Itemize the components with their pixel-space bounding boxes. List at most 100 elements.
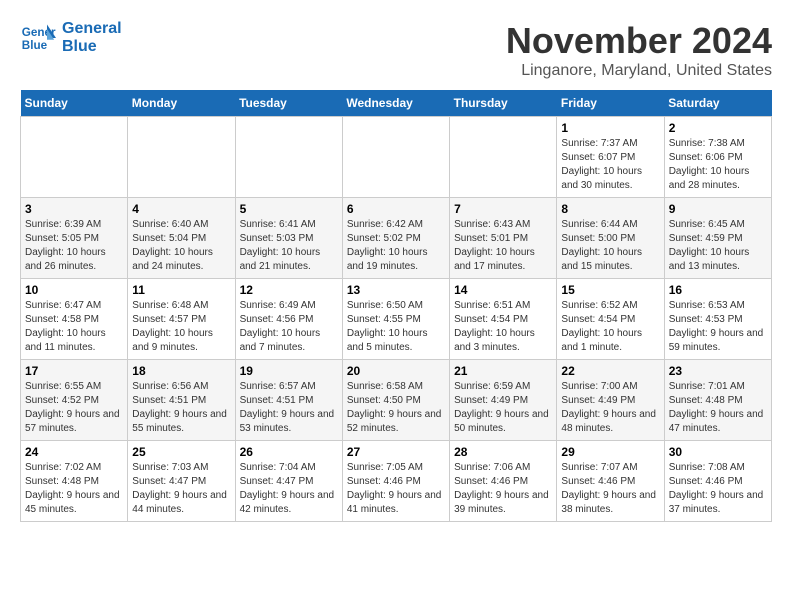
day-cell: 10 Sunrise: 6:47 AM Sunset: 4:58 PM Dayli… xyxy=(21,279,128,360)
day-cell: 29 Sunrise: 7:07 AM Sunset: 4:46 PM Dayli… xyxy=(557,441,664,522)
day-number: 25 xyxy=(132,445,230,459)
header-tuesday: Tuesday xyxy=(235,90,342,117)
day-info: Sunrise: 6:57 AM Sunset: 4:51 PM Dayligh… xyxy=(240,380,338,436)
header-saturday: Saturday xyxy=(664,90,771,117)
header-wednesday: Wednesday xyxy=(342,90,449,117)
day-info: Sunrise: 6:59 AM Sunset: 4:49 PM Dayligh… xyxy=(454,380,552,436)
day-info: Sunrise: 6:51 AM Sunset: 4:54 PM Dayligh… xyxy=(454,299,552,355)
day-info: Sunrise: 6:55 AM Sunset: 4:52 PM Dayligh… xyxy=(25,380,123,436)
day-cell: 9 Sunrise: 6:45 AM Sunset: 4:59 PM Daylig… xyxy=(664,198,771,279)
day-number: 1 xyxy=(561,121,659,135)
location: Linganore, Maryland, United States xyxy=(506,62,772,80)
day-cell: 20 Sunrise: 6:58 AM Sunset: 4:50 PM Dayli… xyxy=(342,360,449,441)
header: General Blue General Blue November 2024 … xyxy=(20,20,772,80)
day-cell xyxy=(235,117,342,198)
day-cell: 22 Sunrise: 7:00 AM Sunset: 4:49 PM Dayli… xyxy=(557,360,664,441)
day-cell xyxy=(450,117,557,198)
day-info: Sunrise: 6:45 AM Sunset: 4:59 PM Dayligh… xyxy=(669,218,767,274)
day-number: 4 xyxy=(132,202,230,216)
day-info: Sunrise: 6:58 AM Sunset: 4:50 PM Dayligh… xyxy=(347,380,445,436)
week-row-1: 3 Sunrise: 6:39 AM Sunset: 5:05 PM Daylig… xyxy=(21,198,772,279)
day-info: Sunrise: 6:47 AM Sunset: 4:58 PM Dayligh… xyxy=(25,299,123,355)
day-info: Sunrise: 7:37 AM Sunset: 6:07 PM Dayligh… xyxy=(561,137,659,193)
day-cell: 2 Sunrise: 7:38 AM Sunset: 6:06 PM Daylig… xyxy=(664,117,771,198)
day-cell xyxy=(342,117,449,198)
day-number: 8 xyxy=(561,202,659,216)
day-cell: 24Sunrise: 7:02 AM Sunset: 4:48 PM Dayli… xyxy=(21,441,128,522)
calendar-header-row: SundayMondayTuesdayWednesdayThursdayFrid… xyxy=(21,90,772,117)
day-cell: 12Sunrise: 6:49 AM Sunset: 4:56 PM Dayli… xyxy=(235,279,342,360)
header-friday: Friday xyxy=(557,90,664,117)
day-cell xyxy=(128,117,235,198)
day-number: 11 xyxy=(132,283,230,297)
day-number: 17 xyxy=(25,364,123,378)
day-info: Sunrise: 6:49 AM Sunset: 4:56 PM Dayligh… xyxy=(240,299,338,355)
logo-line1: General xyxy=(62,20,122,38)
day-cell: 13Sunrise: 6:50 AM Sunset: 4:55 PM Dayli… xyxy=(342,279,449,360)
day-number: 18 xyxy=(132,364,230,378)
day-cell: 15 Sunrise: 6:52 AM Sunset: 4:54 PM Dayli… xyxy=(557,279,664,360)
day-number: 23 xyxy=(669,364,767,378)
logo: General Blue General Blue xyxy=(20,20,122,56)
day-number: 10 xyxy=(25,283,123,297)
svg-text:Blue: Blue xyxy=(22,39,48,52)
day-cell: 8 Sunrise: 6:44 AM Sunset: 5:00 PM Daylig… xyxy=(557,198,664,279)
day-cell: 3 Sunrise: 6:39 AM Sunset: 5:05 PM Daylig… xyxy=(21,198,128,279)
day-cell: 4 Sunrise: 6:40 AM Sunset: 5:04 PM Daylig… xyxy=(128,198,235,279)
day-info: Sunrise: 7:00 AM Sunset: 4:49 PM Dayligh… xyxy=(561,380,659,436)
day-number: 21 xyxy=(454,364,552,378)
day-info: Sunrise: 7:01 AM Sunset: 4:48 PM Dayligh… xyxy=(669,380,767,436)
day-info: Sunrise: 7:04 AM Sunset: 4:47 PM Dayligh… xyxy=(240,461,338,517)
day-cell: 11 Sunrise: 6:48 AM Sunset: 4:57 PM Dayli… xyxy=(128,279,235,360)
day-info: Sunrise: 7:06 AM Sunset: 4:46 PM Dayligh… xyxy=(454,461,552,517)
day-number: 9 xyxy=(669,202,767,216)
day-number: 15 xyxy=(561,283,659,297)
day-cell: 21 Sunrise: 6:59 AM Sunset: 4:49 PM Dayli… xyxy=(450,360,557,441)
day-cell: 16 Sunrise: 6:53 AM Sunset: 4:53 PM Dayli… xyxy=(664,279,771,360)
day-number: 27 xyxy=(347,445,445,459)
day-number: 7 xyxy=(454,202,552,216)
header-thursday: Thursday xyxy=(450,90,557,117)
day-cell: 23 Sunrise: 7:01 AM Sunset: 4:48 PM Dayli… xyxy=(664,360,771,441)
day-info: Sunrise: 6:44 AM Sunset: 5:00 PM Dayligh… xyxy=(561,218,659,274)
day-number: 30 xyxy=(669,445,767,459)
day-number: 24 xyxy=(25,445,123,459)
day-number: 20 xyxy=(347,364,445,378)
day-cell: 6Sunrise: 6:42 AM Sunset: 5:02 PM Daylig… xyxy=(342,198,449,279)
day-cell: 18Sunrise: 6:56 AM Sunset: 4:51 PM Dayli… xyxy=(128,360,235,441)
day-cell: 1 Sunrise: 7:37 AM Sunset: 6:07 PM Daylig… xyxy=(557,117,664,198)
day-info: Sunrise: 6:40 AM Sunset: 5:04 PM Dayligh… xyxy=(132,218,230,274)
day-number: 26 xyxy=(240,445,338,459)
week-row-0: 1 Sunrise: 7:37 AM Sunset: 6:07 PM Daylig… xyxy=(21,117,772,198)
day-number: 22 xyxy=(561,364,659,378)
day-info: Sunrise: 6:43 AM Sunset: 5:01 PM Dayligh… xyxy=(454,218,552,274)
day-info: Sunrise: 6:52 AM Sunset: 4:54 PM Dayligh… xyxy=(561,299,659,355)
day-number: 13 xyxy=(347,283,445,297)
day-cell: 26 Sunrise: 7:04 AM Sunset: 4:47 PM Dayli… xyxy=(235,441,342,522)
calendar-table: SundayMondayTuesdayWednesdayThursdayFrid… xyxy=(20,90,772,522)
day-cell: 27Sunrise: 7:05 AM Sunset: 4:46 PM Dayli… xyxy=(342,441,449,522)
day-info: Sunrise: 7:07 AM Sunset: 4:46 PM Dayligh… xyxy=(561,461,659,517)
day-cell: 14 Sunrise: 6:51 AM Sunset: 4:54 PM Dayli… xyxy=(450,279,557,360)
day-info: Sunrise: 6:39 AM Sunset: 5:05 PM Dayligh… xyxy=(25,218,123,274)
week-row-2: 10 Sunrise: 6:47 AM Sunset: 4:58 PM Dayli… xyxy=(21,279,772,360)
day-info: Sunrise: 7:38 AM Sunset: 6:06 PM Dayligh… xyxy=(669,137,767,193)
day-number: 29 xyxy=(561,445,659,459)
header-sunday: Sunday xyxy=(21,90,128,117)
day-info: Sunrise: 6:53 AM Sunset: 4:53 PM Dayligh… xyxy=(669,299,767,355)
day-number: 16 xyxy=(669,283,767,297)
day-info: Sunrise: 6:42 AM Sunset: 5:02 PM Dayligh… xyxy=(347,218,445,274)
day-cell: 30 Sunrise: 7:08 AM Sunset: 4:46 PM Dayli… xyxy=(664,441,771,522)
day-number: 2 xyxy=(669,121,767,135)
logo-line2: Blue xyxy=(62,38,122,56)
day-number: 5 xyxy=(240,202,338,216)
day-number: 14 xyxy=(454,283,552,297)
day-cell: 25Sunrise: 7:03 AM Sunset: 4:47 PM Dayli… xyxy=(128,441,235,522)
week-row-3: 17 Sunrise: 6:55 AM Sunset: 4:52 PM Dayli… xyxy=(21,360,772,441)
day-cell: 17 Sunrise: 6:55 AM Sunset: 4:52 PM Dayli… xyxy=(21,360,128,441)
week-row-4: 24Sunrise: 7:02 AM Sunset: 4:48 PM Dayli… xyxy=(21,441,772,522)
day-cell: 19Sunrise: 6:57 AM Sunset: 4:51 PM Dayli… xyxy=(235,360,342,441)
day-info: Sunrise: 7:08 AM Sunset: 4:46 PM Dayligh… xyxy=(669,461,767,517)
day-number: 3 xyxy=(25,202,123,216)
day-info: Sunrise: 6:48 AM Sunset: 4:57 PM Dayligh… xyxy=(132,299,230,355)
